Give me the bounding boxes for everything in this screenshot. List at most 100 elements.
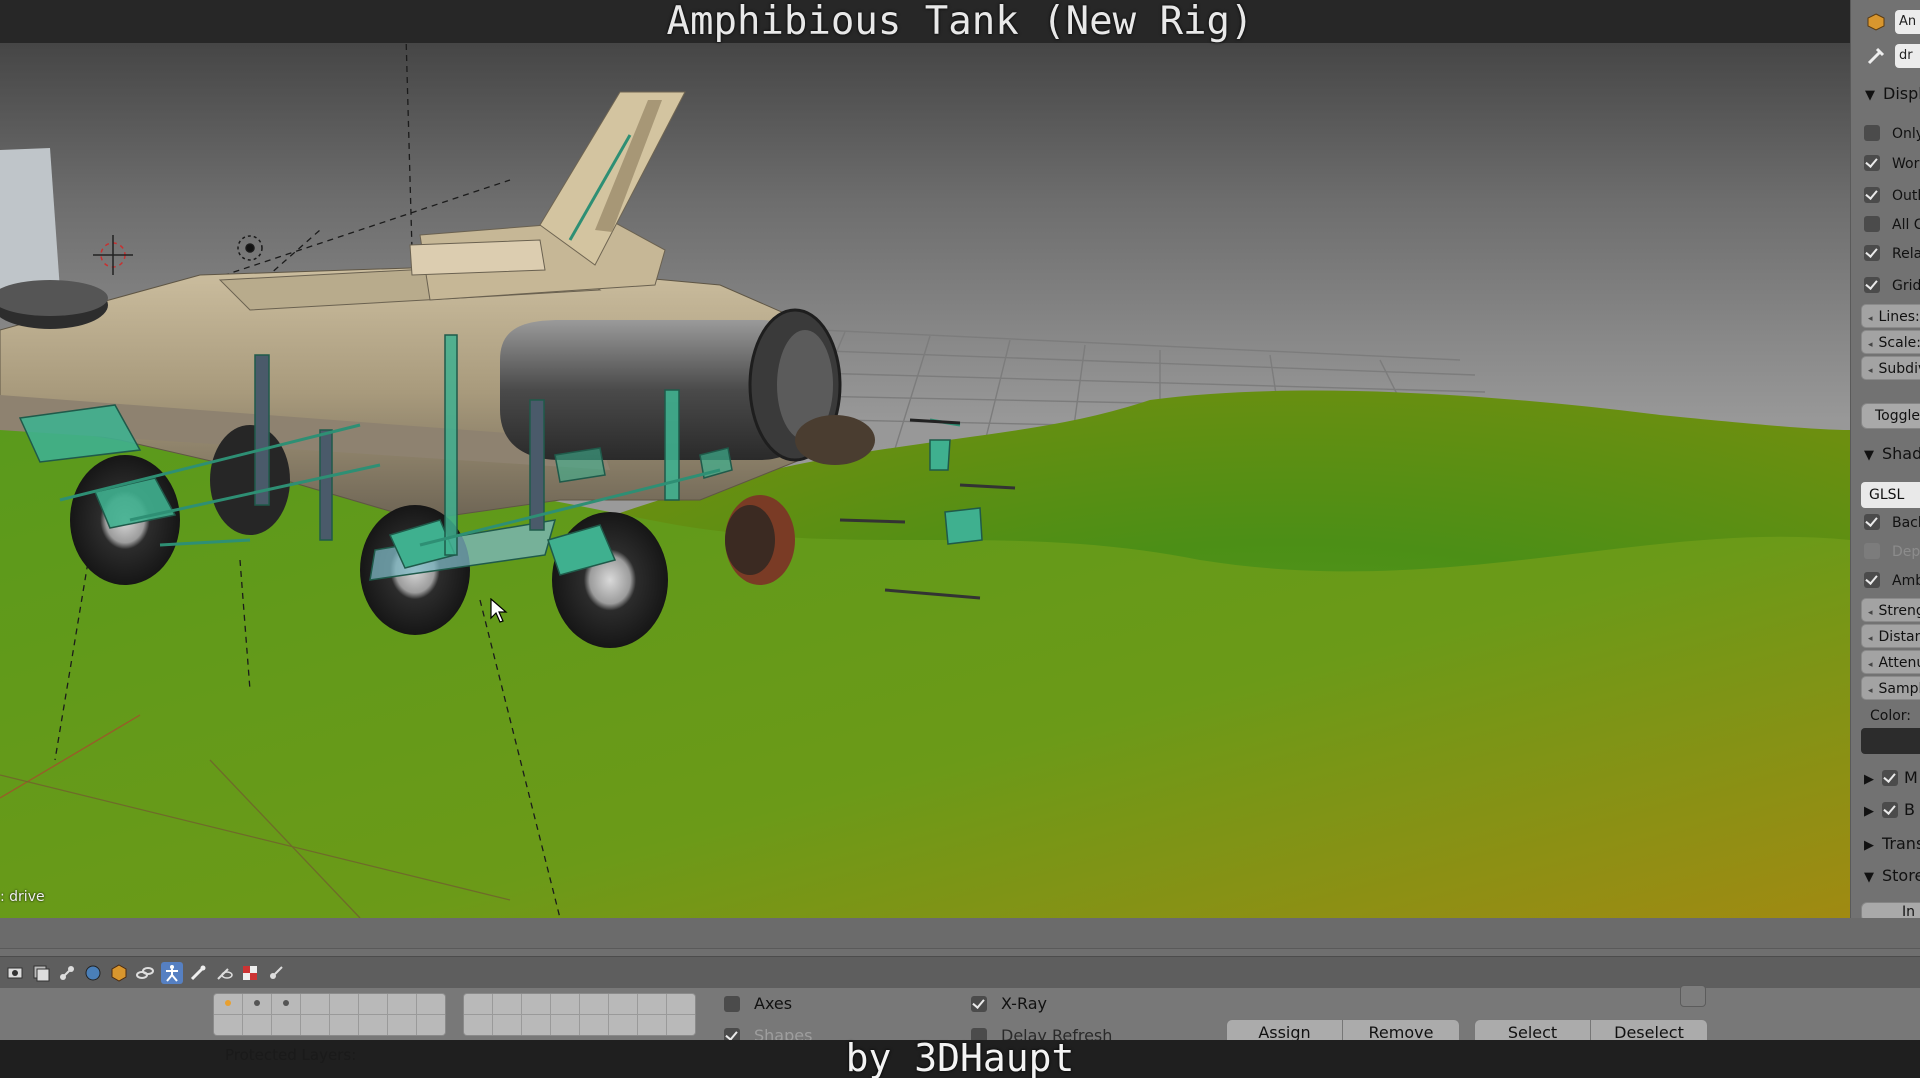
background-object (0, 148, 60, 300)
armature-bone-icon[interactable] (1865, 45, 1887, 67)
area-divider-strip[interactable] (0, 918, 1920, 949)
shading-backface-checkbox[interactable]: Back (1864, 512, 1920, 534)
layer-cell[interactable] (359, 994, 387, 1014)
shading-mode-select[interactable]: GLSL (1861, 482, 1920, 508)
layer-cell[interactable] (522, 994, 550, 1014)
layer-cell[interactable] (388, 1015, 416, 1035)
grid-subdivisions-field[interactable]: ◂Subdiv (1861, 356, 1920, 380)
ao-samples-field[interactable]: ◂ Sampl (1861, 676, 1920, 700)
ao-strength-field[interactable]: ◂Streng (1861, 598, 1920, 622)
layer-cell[interactable] (301, 1015, 329, 1035)
layer-cell[interactable] (417, 1015, 445, 1035)
checkbox-icon (971, 995, 987, 1012)
layer-cell[interactable] (214, 1015, 242, 1035)
constraints-icon[interactable] (134, 962, 156, 984)
layer-cell[interactable] (417, 994, 445, 1014)
checkbox-icon (1864, 155, 1880, 171)
render-icon[interactable] (4, 962, 26, 984)
display-all-checkbox[interactable]: All C (1864, 214, 1920, 236)
video-title: Amphibious Tank (New Rig) (666, 0, 1254, 44)
toggle-button[interactable]: Toggle (1861, 403, 1920, 429)
transform-panel-header[interactable]: ▶Trans (1864, 834, 1920, 853)
layer-cell[interactable] (638, 994, 666, 1014)
armature-layers-grid-2[interactable] (463, 993, 696, 1036)
checkbox-icon (1864, 245, 1880, 261)
bone-icon[interactable] (187, 962, 209, 984)
layer-cell[interactable] (609, 1015, 637, 1035)
checkbox-icon (1864, 187, 1880, 203)
data-name-field[interactable]: dr (1895, 44, 1920, 68)
3d-cursor (93, 235, 133, 275)
layer-cell[interactable] (493, 1015, 521, 1035)
filter-icon[interactable] (1680, 985, 1706, 1007)
scene-icon[interactable] (56, 962, 78, 984)
checkbox-icon (1864, 572, 1880, 588)
layer-cell[interactable] (667, 994, 695, 1014)
collapsed-triangle-icon: ▶ (1864, 772, 1874, 787)
display-grid-checkbox[interactable]: Grid (1864, 275, 1920, 297)
physics-icon[interactable] (265, 962, 287, 984)
layer-cell[interactable] (272, 994, 300, 1014)
collapsed-triangle-icon: ▶ (1864, 804, 1874, 819)
checkbox-icon (1864, 514, 1880, 530)
layer-cell[interactable] (464, 1015, 492, 1035)
layer-cell[interactable] (330, 994, 358, 1014)
layer-cell[interactable] (243, 1015, 271, 1035)
panel-b-header[interactable]: ▶ B (1864, 800, 1915, 819)
display-panel-header[interactable]: ▼ Displ (1865, 84, 1920, 103)
layer-cell[interactable] (214, 994, 242, 1014)
video-subtitle: by 3DHaupt (845, 1036, 1075, 1078)
viewport-mode-label: : drive (0, 889, 45, 905)
checkbox-icon (724, 995, 740, 1012)
expand-triangle-icon: ▼ (1865, 88, 1875, 103)
checkbox-icon (1882, 769, 1898, 786)
color-swatch[interactable] (1861, 728, 1920, 754)
layer-cell[interactable] (464, 994, 492, 1014)
checkbox-icon (1864, 277, 1880, 293)
shading-depth-checkbox[interactable]: Dep (1864, 541, 1920, 563)
viewport-scene[interactable] (0, 0, 1850, 918)
xray-checkbox[interactable]: X-Ray (971, 993, 1047, 1015)
collapsed-triangle-icon: ▶ (1864, 838, 1874, 853)
panel-m-header[interactable]: ▶ M (1864, 768, 1918, 787)
layer-cell[interactable] (301, 994, 329, 1014)
layer-cell[interactable] (493, 994, 521, 1014)
layer-cell[interactable] (667, 1015, 695, 1035)
render-layers-icon[interactable] (30, 962, 52, 984)
shading-ambient-checkbox[interactable]: Amb (1864, 570, 1920, 592)
layer-cell[interactable] (243, 994, 271, 1014)
3d-viewport[interactable]: : drive (0, 0, 1850, 918)
ao-distance-field[interactable]: ◂ Distan (1861, 624, 1920, 648)
layer-cell[interactable] (522, 1015, 550, 1035)
layer-cell[interactable] (388, 994, 416, 1014)
checkbox-icon (1864, 543, 1880, 559)
lamp-marker (237, 235, 263, 261)
expand-triangle-icon: ▼ (1864, 448, 1874, 463)
layer-cell[interactable] (609, 994, 637, 1014)
grid-scale-field[interactable]: ◂ Scale: (1861, 330, 1920, 354)
texture-icon[interactable] (239, 962, 261, 984)
world-icon[interactable] (82, 962, 104, 984)
ao-attenuation-field[interactable]: ◂Attenu (1861, 650, 1920, 674)
display-relationship-checkbox[interactable]: Rela (1864, 243, 1920, 265)
layer-cell[interactable] (580, 994, 608, 1014)
grid-lines-field[interactable]: ◂ Lines: (1861, 304, 1920, 328)
display-only-checkbox[interactable]: Only (1864, 123, 1920, 145)
layer-cell[interactable] (330, 1015, 358, 1035)
layer-cell[interactable] (551, 994, 579, 1014)
layer-cell[interactable] (580, 1015, 608, 1035)
layer-cell[interactable] (359, 1015, 387, 1035)
store-panel-header[interactable]: ▼ Store (1864, 866, 1920, 885)
shading-panel-header[interactable]: ▼ Shad (1864, 444, 1920, 463)
axes-checkbox[interactable]: Axes (724, 993, 792, 1015)
object-icon[interactable] (108, 962, 130, 984)
layer-cell[interactable] (551, 1015, 579, 1035)
armature-icon[interactable] (161, 962, 183, 984)
display-world-checkbox[interactable]: Worl (1864, 153, 1920, 175)
layer-cell[interactable] (638, 1015, 666, 1035)
armature-layers-grid-1[interactable] (213, 993, 446, 1036)
bone-constraint-icon[interactable] (213, 962, 235, 984)
checkbox-icon (1882, 801, 1898, 818)
display-outline-checkbox[interactable]: Outl (1864, 185, 1920, 207)
layer-cell[interactable] (272, 1015, 300, 1035)
